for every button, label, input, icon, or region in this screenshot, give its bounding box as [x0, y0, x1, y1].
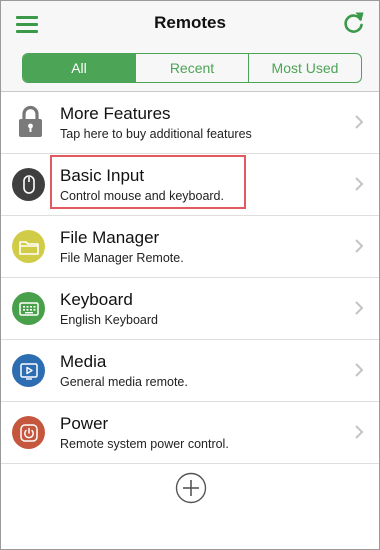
remote-name: More Features [60, 104, 171, 123]
chevron-right-icon [355, 363, 364, 377]
list-item-keyboard[interactable]: Keyboard English Keyboard [1, 278, 379, 340]
remote-description: File Manager Remote. [60, 251, 184, 265]
page-title: Remotes [154, 13, 226, 32]
tab-recent[interactable]: Recent [135, 54, 248, 82]
chevron-right-icon [355, 177, 364, 191]
mouse-icon [22, 174, 35, 194]
remote-description: English Keyboard [60, 313, 158, 327]
remote-description: General media remote. [60, 375, 188, 389]
list-item-media[interactable]: Media General media remote. [1, 340, 379, 402]
folder-icon [18, 240, 39, 255]
add-remote-icon[interactable] [175, 472, 207, 504]
remote-name: Keyboard [60, 290, 133, 309]
file-manager-icon-circle [12, 230, 45, 263]
tab-all[interactable]: All [23, 54, 135, 82]
list-item-file-manager[interactable]: File Manager File Manager Remote. [1, 216, 379, 278]
refresh-icon[interactable] [341, 10, 367, 36]
keyboard-icon-circle [12, 292, 45, 325]
chevron-right-icon [355, 115, 364, 129]
media-icon-circle [12, 354, 45, 387]
top-bar: Remotes All Recent Most Used [1, 1, 379, 92]
power-icon [19, 423, 38, 442]
remote-description: Tap here to buy additional features [60, 127, 252, 141]
remote-name: Power [60, 414, 109, 433]
remote-description: Remote system power control. [60, 437, 229, 451]
chevron-right-icon [355, 301, 364, 315]
remote-description: Control mouse and keyboard. [60, 189, 224, 203]
lock-icon [19, 105, 42, 137]
tab-most-used[interactable]: Most Used [248, 54, 361, 82]
list-item-basic-input[interactable]: Basic Input Control mouse and keyboard. [1, 154, 379, 216]
filter-segmented-control: All Recent Most Used [22, 53, 362, 83]
chevron-right-icon [355, 239, 364, 253]
keyboard-icon [18, 301, 39, 316]
list-item-more-features[interactable]: More Features Tap here to buy additional… [1, 92, 379, 154]
remote-name: Basic Input [60, 166, 145, 185]
remote-name: Media [60, 352, 107, 371]
chevron-right-icon [355, 425, 364, 439]
media-icon [19, 362, 38, 380]
list-item-power[interactable]: Power Remote system power control. [1, 402, 379, 464]
app-window: Remotes All Recent Most Used More Featur… [0, 0, 380, 550]
remote-name: File Manager [60, 228, 160, 247]
remote-list: More Features Tap here to buy additional… [1, 92, 379, 464]
power-icon-circle [12, 416, 45, 449]
basic-input-icon-circle [12, 168, 45, 201]
